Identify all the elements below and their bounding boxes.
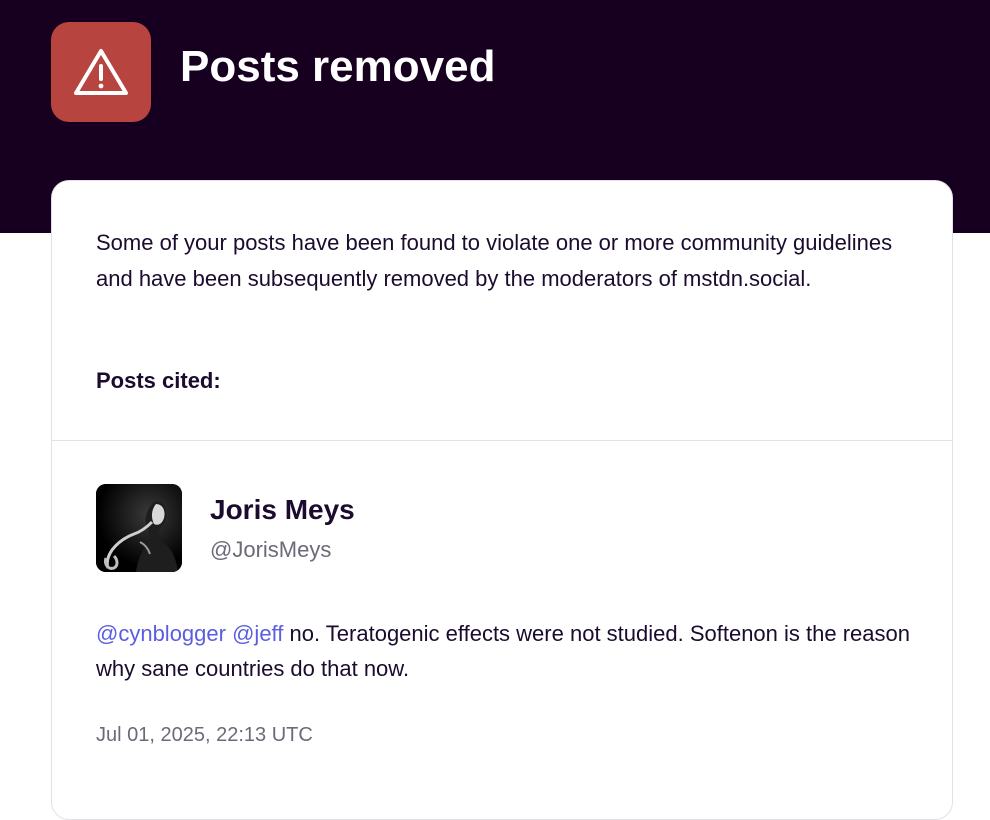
posts-cited-label: Posts cited: — [96, 368, 221, 393]
post-timestamp: Jul 01, 2025, 22:13 UTC — [96, 724, 313, 746]
notice-card: Some of your posts have been found to vi… — [51, 180, 953, 820]
divider — [52, 440, 952, 441]
page-title: Posts removed — [180, 42, 496, 91]
author-handle[interactable]: @JorisMeys — [210, 534, 331, 566]
avatar[interactable] — [96, 484, 182, 572]
post-body: @cynblogger @jeff no. Teratogenic effect… — [96, 616, 911, 686]
author-display-name[interactable]: Joris Meys — [210, 492, 355, 528]
alert-icon-tile — [51, 22, 151, 122]
notice-message: Some of your posts have been found to vi… — [96, 230, 893, 291]
avatar-photo — [96, 484, 182, 572]
mention-link[interactable]: @cynblogger — [96, 621, 226, 646]
mention-link[interactable]: @jeff — [232, 621, 283, 646]
warning-triangle-icon — [74, 49, 128, 95]
